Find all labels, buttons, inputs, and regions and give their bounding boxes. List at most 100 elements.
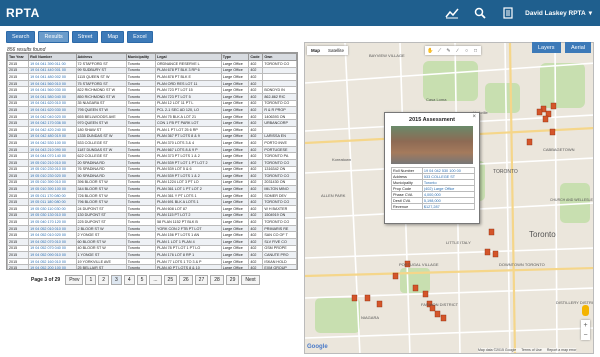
roll-number-link[interactable]: 19 04 042 530 100 00 (28, 139, 77, 147)
property-marker[interactable] (542, 115, 549, 123)
close-icon[interactable]: × (472, 114, 476, 120)
roll-number-link[interactable]: 19 04 052 070 010 00 (28, 238, 77, 246)
column-header[interactable]: Code (248, 53, 264, 61)
roll-number-link[interactable]: 19 04 041 480 002 00 (28, 73, 77, 81)
property-marker[interactable] (536, 108, 543, 116)
table-row[interactable]: 2015 19 04 043 210 090 00 1187 DUNDAS ST W… (7, 145, 297, 154)
tab-street[interactable]: Street (71, 31, 99, 43)
property-marker[interactable] (351, 294, 358, 302)
zoom-in-button[interactable]: + (583, 322, 587, 329)
page-button[interactable]: 1 (85, 275, 97, 285)
app-logo[interactable]: RPTA (6, 6, 40, 20)
table-row[interactable]: 2015 19 05 010 230 010 00 76 SPADINA RD Tor… (7, 165, 297, 174)
table-row[interactable]: 2015 19 04 042 420 240 00 180 SHAW ST Toron… (7, 125, 297, 134)
property-marker[interactable] (492, 250, 499, 258)
roll-number-link[interactable]: 19 05 011 180 080 00 (28, 198, 77, 207)
table-row[interactable]: 2015 19 04 052 070 040 00 40 BLOOR ST W Tor… (7, 244, 297, 253)
table-row[interactable]: 2015 19 05 010 210 010 00 20 SPADINA RD Tor… (7, 158, 297, 167)
page-button[interactable]: 5 (136, 275, 148, 285)
roll-number-link[interactable]: 19 04 043 210 090 00 (28, 145, 77, 154)
street-view-pegman-icon[interactable] (582, 305, 589, 316)
property-marker[interactable] (549, 128, 556, 136)
roll-number-link[interactable]: 19 04 041 620 010 00 (28, 99, 77, 108)
roll-number-link[interactable]: 19 04 041 560 010 00 (28, 79, 77, 88)
tab-map[interactable]: Map (101, 31, 125, 43)
attribution-link[interactable]: Report a map error (547, 348, 577, 352)
property-marker[interactable] (440, 314, 447, 322)
table-row[interactable]: 2015 19 05 030 110 030 00 24 DUPONT ST Toro… (7, 205, 297, 213)
table-row[interactable]: 2015 19 04 041 560 010 00 75 STAFFORD ST To… (7, 79, 297, 88)
property-marker[interactable] (412, 284, 419, 292)
roll-number-link[interactable]: 19 04 041 580 040 00 (28, 92, 77, 101)
roll-number-link[interactable]: 19 04 052 070 040 00 (28, 244, 77, 253)
property-marker[interactable] (422, 290, 429, 298)
page-button[interactable]: 2 (98, 275, 110, 285)
table-row[interactable]: 2015 19 04 041 440 001 00 99 SUDBURY ST Tor… (7, 66, 297, 75)
page-button[interactable]: 25 (163, 275, 178, 285)
roll-number-link[interactable]: 19 04 041 390 011 00 (28, 60, 77, 68)
layers-button[interactable]: Layers (532, 42, 561, 53)
table-row[interactable]: 2015 19 04 042 040 020 00 655 BELLWOODS AV… (7, 112, 297, 121)
user-menu[interactable]: David Laskey RPTA ▾ (525, 9, 592, 18)
chart-icon[interactable] (441, 0, 463, 26)
roll-number-link[interactable]: 19 05 040 170 120 00 (28, 218, 77, 226)
table-row[interactable]: 2015 19 04 044 070 140 00 622 COLLEGE ST To… (7, 152, 297, 160)
circle-icon[interactable]: ○ (463, 47, 470, 54)
roll-number-link[interactable]: 19 04 052 090 010 00 (28, 251, 77, 259)
property-marker[interactable] (392, 272, 399, 280)
roll-number-link[interactable]: 19 04 042 480 019 00 (28, 132, 77, 141)
page-button[interactable]: 3 (111, 275, 122, 285)
table-row[interactable]: 2015 19 05 040 170 120 00 225 DUPONT ST Tor… (7, 218, 297, 226)
rectangle-icon[interactable]: □ (472, 47, 479, 54)
next-button[interactable]: Next (241, 275, 260, 285)
table-row[interactable]: 2015 19 04 042 530 100 00 533 COLLEGE ST To… (7, 139, 297, 147)
tab-results[interactable]: Results (38, 31, 69, 43)
column-header[interactable]: Legal (154, 53, 222, 61)
table-row[interactable]: 2015 19 04 041 560 030 00 822 RICHMOND ST … (7, 86, 297, 94)
hand-icon[interactable]: ✋ (427, 47, 434, 54)
pencil-icon[interactable]: ✎ (445, 47, 452, 54)
table-row[interactable]: 2015 19 04 041 480 002 00 1115 QUEEN ST WT… (7, 73, 297, 81)
roll-number-link[interactable]: 19 05 010 210 010 00 (28, 158, 77, 167)
table-row[interactable]: 2015 19 04 052 090 010 00 1 YONGE ST Toront… (7, 251, 297, 259)
line-icon[interactable]: ∕ (454, 47, 461, 54)
roll-number-link[interactable]: 19 04 052 010 020 00 (28, 231, 77, 240)
property-marker[interactable] (488, 228, 495, 236)
map-type-map[interactable]: Map (307, 46, 324, 55)
property-marker[interactable] (434, 310, 441, 318)
property-marker[interactable] (364, 294, 371, 302)
table-row[interactable]: 2015 19 05 010 390 100 00 344 BLOOR ST W To… (7, 185, 297, 193)
roll-number-link[interactable]: 19 05 010 230 020 00 (28, 172, 77, 180)
column-header[interactable]: Address (75, 53, 127, 61)
roll-number-link[interactable]: 19 04 042 170 036 00 (28, 119, 77, 127)
column-header[interactable]: Own (262, 53, 297, 61)
table-row[interactable]: 2015 19 05 011 170 080 00 726 BLOOR ST W To… (7, 191, 297, 200)
prev-button[interactable]: Prev (65, 275, 84, 285)
tab-search[interactable]: Search (6, 31, 36, 43)
table-row[interactable]: 2015 19 04 041 620 030 00 795 QUEEN ST W To… (7, 106, 297, 114)
property-marker[interactable] (550, 102, 557, 110)
roll-number-link[interactable]: 19 05 010 390 010 00 (28, 178, 77, 187)
table-row[interactable]: 2015 19 04 052 070 010 00 60 BLOOR ST W Tor… (7, 238, 297, 246)
table-row[interactable]: 2015 19 04 052 160 010 00 19 YORKVILLE AVE… (7, 257, 297, 266)
property-marker[interactable] (376, 300, 383, 308)
document-icon[interactable] (497, 0, 519, 26)
roll-number-link[interactable]: 19 04 052 160 010 00 (28, 257, 77, 266)
roll-number-link[interactable]: 19 05 011 170 080 00 (28, 191, 77, 200)
table-row[interactable]: 2015 19 05 030 130 010 00 130 DUPONT ST Tor… (7, 211, 297, 220)
table-row[interactable]: 2015 19 04 041 620 010 00 35 NIAGARA ST Tor… (7, 99, 297, 108)
map-type-satellite[interactable]: Satellite (324, 46, 348, 55)
column-header[interactable]: Tax Year (7, 53, 30, 61)
roll-number-link[interactable]: 19 05 030 110 030 00 (28, 205, 77, 213)
table-row[interactable]: 2015 19 04 041 390 011 00 72 STAFFORD ST To… (7, 60, 297, 68)
roll-number-link[interactable]: 19 04 044 070 140 00 (28, 152, 77, 160)
page-button[interactable]: 28 (210, 275, 224, 285)
table-row[interactable]: 2015 19 04 042 170 036 00 970 QUEEN ST W To… (7, 119, 297, 127)
table-row[interactable]: 2015 19 04 042 480 019 00 1335 DUNDAS ST W… (7, 132, 297, 141)
roll-number-link[interactable]: 19 05 010 230 010 00 (28, 165, 77, 174)
aerial-button[interactable]: Aerial (565, 42, 592, 53)
property-marker[interactable] (526, 138, 533, 146)
attribution-link[interactable]: Map data ©2015 Google (478, 348, 516, 352)
page-button[interactable]: 26 (179, 275, 193, 285)
roll-number-link[interactable]: 19 04 052 200 100 00 (28, 264, 77, 269)
